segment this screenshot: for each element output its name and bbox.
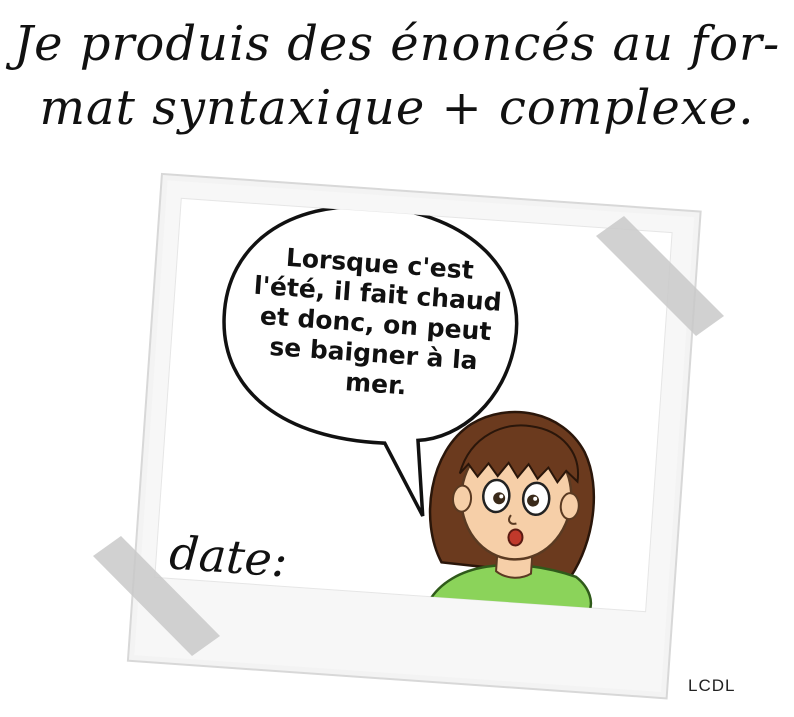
author-signature: LCDL [688,676,736,695]
worksheet-card: Je produis des énoncés au for- mat synta… [0,0,794,717]
polaroid-scene: Lorsque c'est l'été, il fait chaud et do… [93,172,724,700]
speech-line-5: mer. [344,367,407,400]
date-label: date: [168,525,290,587]
